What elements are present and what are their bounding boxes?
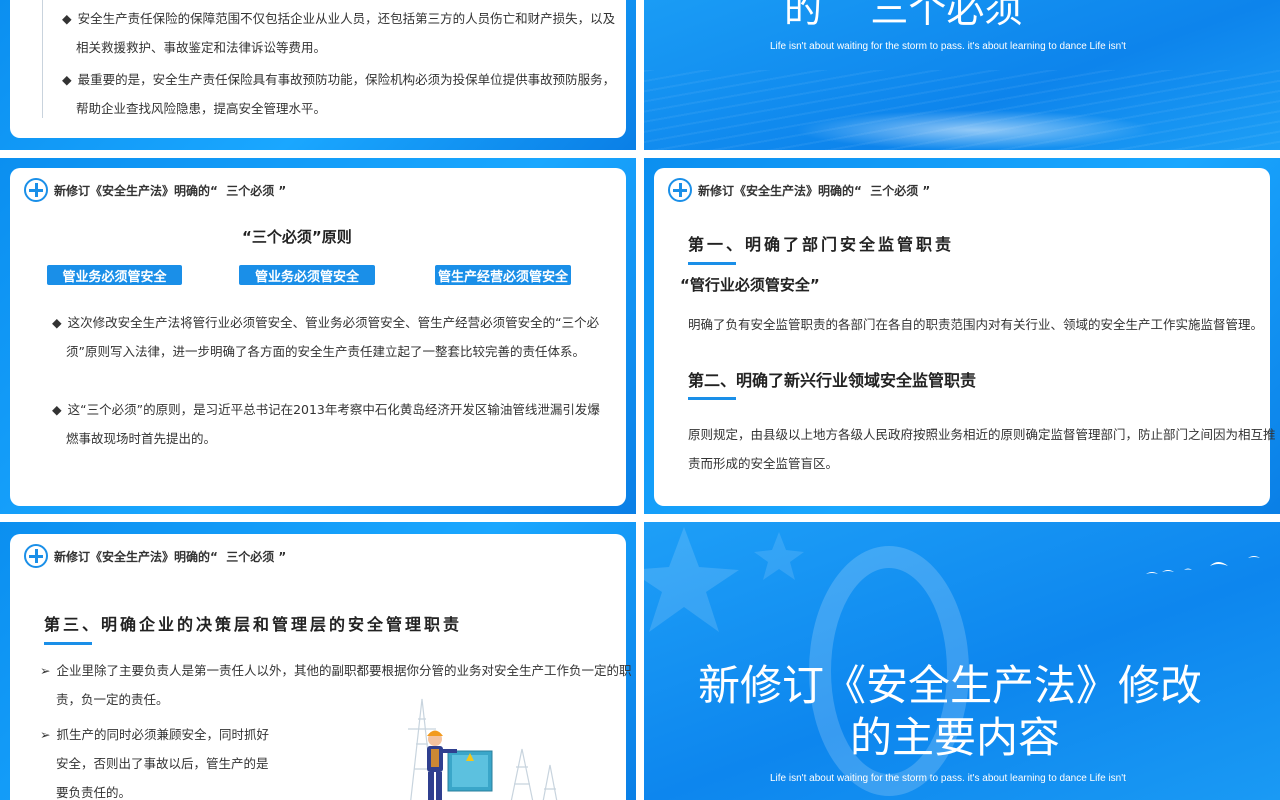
diamond-bullet-icon: ◆ [62,11,72,26]
bullet-text: 这“三个必须”的原则，是习近平总书记在2013年考察中石化黄岛经济开发区输油管线… [67,402,600,417]
section-title-first: 第一、明确了部门安全监管职责 [688,235,955,254]
slide-bottom-right[interactable]: 0 新修订《安全生产法》修改 的主要内容 Life isn't about wa… [644,522,1280,800]
body-text: 明确了负有安全监管职责的各部门在各自的职责范围内对有关行业、领域的安全生产工作实… [688,317,1264,332]
principle-badge: 管业务必须管安全 [47,265,182,285]
slide-top-left[interactable]: ◆ 安全生产责任保险的保障范围不仅包括企业从业人员，还包括第三方的人员伤亡和财产损… [0,0,636,150]
bullet-continuation: 燃事故现场时首先提出的。 [66,424,216,453]
quote-text: “管行业必须管安全” [680,276,820,294]
body-text: 责而形成的安全监管盲区。 [688,456,839,471]
bullet-text: 抓生产的同时必须兼顾安全，同时抓好 [56,727,269,742]
bullet-item: ➢ 企业里除了主要负责人是第一责任人以外，其他的副职都要根据你分管的业务对安全生产… [40,656,632,685]
title-underline [688,262,736,265]
bullet-text: 须”原则写入法律，进一步明确了各方面的安全生产责任建立起了一整套比较完善的责任体… [66,344,585,359]
slide-header: 新修订《安全生产法》明确的“ 三个必须 ” [24,178,286,202]
section-title-third: 第三、明确企业的决策层和管理层的安全管理职责 [44,615,463,634]
diamond-bullet-icon: ◆ [52,315,62,330]
safety-cross-logo-icon [668,178,692,202]
bullet-item: ◆ 最重要的是，安全生产责任保险具有事故预防功能，保险机构必须为投保单位提供事故预… [62,65,615,94]
principle-badge: 管生产经营必须管安全 [435,265,571,285]
diamond-bullet-icon: ◆ [62,72,72,87]
diamond-bullet-icon: ◆ [52,402,62,417]
bullet-text: 安全生产责任保险的保障范围不仅包括企业从业人员，还包括第三方的人员伤亡和财产损失… [77,11,616,26]
title-underline [688,397,736,400]
wave-lines [644,70,1280,150]
bullet-continuation: 相关救援救护、事故鉴定和法律诉讼等费用。 [76,33,326,62]
slide-middle-left[interactable]: 新修订《安全生产法》明确的“ 三个必须 ” “三个必须”原则 管业务必须管安全 … [0,158,636,514]
slide-grid: ◆ 安全生产责任保险的保障范围不仅包括企业从业人员，还包括第三方的人员伤亡和财产损… [0,0,1280,800]
bullet-text: 相关救援救护、事故鉴定和法律诉讼等费用。 [76,40,327,55]
slide-card: ◆ 安全生产责任保险的保障范围不仅包括企业从业人员，还包括第三方的人员伤亡和财产损… [10,0,626,138]
bullet-continuation: 要负责任的。 [56,778,131,800]
arrow-bullet-icon: ➢ [40,663,51,678]
header-title: 新修订《安全生产法》明确的“ 三个必须 ” [54,183,287,198]
header-title: 新修订《安全生产法》明确的“ 三个必须 ” [54,549,287,564]
bullet-text: 安全，否则出了事故以后，管生产的是 [56,756,269,771]
bullet-text: 燃事故现场时首先提出的。 [66,431,217,446]
english-subtitle: Life isn't about waiting for the storm t… [770,41,1126,52]
bullet-item: ◆ 这“三个必须”的原则，是习近平总书记在2013年考察中石化黄岛经济开发区输油管… [52,395,600,424]
slide-title-fragment: 的 三个必须 [784,0,1023,31]
worker-illustration-icon [408,698,558,800]
bullet-text: 企业里除了主要负责人是第一责任人以外，其他的副职都要根据你分管的业务对安全生产工… [56,663,632,678]
safety-cross-logo-icon [24,178,48,202]
slide-header: 新修订《安全生产法》明确的“ 三个必须 ” [24,544,286,568]
principle-title: “三个必须”原则 [242,228,352,246]
bullet-item: ◆ 这次修改安全生产法将管行业必须管安全、管业务必须管安全、管生产经营必须管安全的… [52,308,599,337]
bullet-continuation: 责，负一定的责任。 [56,685,169,714]
arrow-bullet-icon: ➢ [40,727,51,742]
bullet-text: 责，负一定的责任。 [56,692,169,707]
slide-header: 新修订《安全生产法》明确的“ 三个必须 ” [668,178,930,202]
bullet-text: 要负责任的。 [56,785,132,800]
section-title-line2: 的主要内容 [850,713,1061,762]
english-subtitle: Life isn't about waiting for the storm t… [770,773,1126,784]
slide-bottom-left[interactable]: 新修订《安全生产法》明确的“ 三个必须 ” 第三、明确企业的决策层和管理层的安全… [0,522,636,800]
bullet-continuation: 安全，否则出了事故以后，管生产的是 [56,749,269,778]
bullet-text: 最重要的是，安全生产责任保险具有事故预防功能，保险机构必须为投保单位提供事故预防… [77,72,616,87]
bullet-item: ➢ 抓生产的同时必须兼顾安全，同时抓好 [40,720,269,749]
slide-middle-right[interactable]: 新修订《安全生产法》明确的“ 三个必须 ” 第一、明确了部门安全监管职责 “管行… [644,158,1280,514]
header-title: 新修订《安全生产法》明确的“ 三个必须 ” [698,183,931,198]
safety-cross-logo-icon [24,544,48,568]
body-text: 原则规定，由县级以上地方各级人民政府按照业务相近的原则确定监督管理部门，防止部门… [688,427,1276,442]
title-underline [44,642,92,645]
slide-card: 新修订《安全生产法》明确的“ 三个必须 ” 第一、明确了部门安全监管职责 “管行… [654,168,1276,506]
bullet-text: 帮助企业查找风险隐患，提高安全管理水平。 [76,101,327,116]
bullet-text: 这次修改安全生产法将管行业必须管安全、管业务必须管安全、管生产经营必须管安全的“… [67,315,600,330]
bullet-continuation: 须”原则写入法律，进一步明确了各方面的安全生产责任建立起了一整套比较完善的责任体… [66,337,585,366]
birds-icon [1146,556,1260,574]
vertical-rule [42,0,43,118]
bullet-continuation: 帮助企业查找风险隐患，提高安全管理水平。 [76,94,326,123]
slide-card: 新修订《安全生产法》明确的“ 三个必须 ” 第三、明确企业的决策层和管理层的安全… [10,534,632,800]
bullet-item: ◆ 安全生产责任保险的保障范围不仅包括企业从业人员，还包括第三方的人员伤亡和财产损… [62,4,615,33]
principle-badge: 管业务必须管安全 [239,265,375,285]
slide-top-right[interactable]: 的 三个必须 Life isn't about waiting for the … [644,0,1280,150]
section-title-second: 第二、明确了新兴行业领域安全监管职责 [688,371,977,390]
slide-card: 新修订《安全生产法》明确的“ 三个必须 ” “三个必须”原则 管业务必须管安全 … [10,168,626,506]
